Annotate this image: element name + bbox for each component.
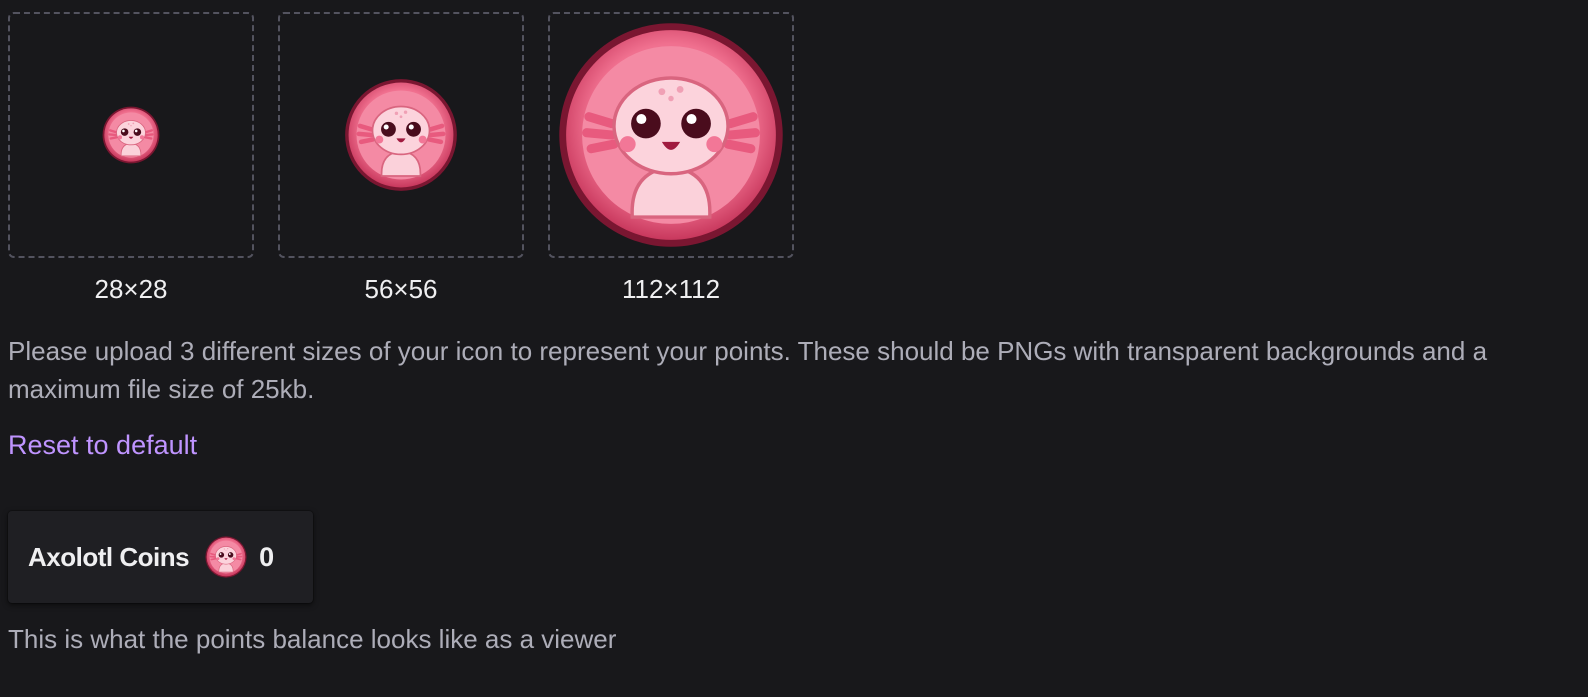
- viewer-preview-note: This is what the points balance looks li…: [8, 624, 617, 654]
- points-name: Axolotl Coins: [28, 541, 190, 572]
- icon-slot-56: 56×56: [278, 12, 524, 304]
- icon-upload-row: 28×28 56×56 112×112: [8, 12, 794, 304]
- size-label-56: 56×56: [364, 274, 438, 304]
- size-label-112: 112×112: [621, 274, 721, 304]
- size-label-28: 28×28: [94, 274, 168, 304]
- upload-box-28[interactable]: [8, 12, 254, 258]
- reset-to-default-link[interactable]: Reset to default: [8, 430, 197, 461]
- upload-box-112[interactable]: [548, 12, 794, 258]
- icon-slot-112: 112×112: [548, 12, 794, 304]
- axolotl-coin-icon: [557, 21, 785, 249]
- upload-box-56[interactable]: [278, 12, 524, 258]
- axolotl-coin-icon: [205, 536, 247, 578]
- points-balance-preview: Axolotl Coins 0: [8, 511, 313, 603]
- axolotl-coin-icon: [102, 106, 160, 164]
- axolotl-coin-icon: [344, 78, 458, 192]
- upload-instructions: Please upload 3 different sizes of your …: [8, 336, 1488, 404]
- icon-slot-28: 28×28: [8, 12, 254, 304]
- points-value: 0: [259, 541, 275, 572]
